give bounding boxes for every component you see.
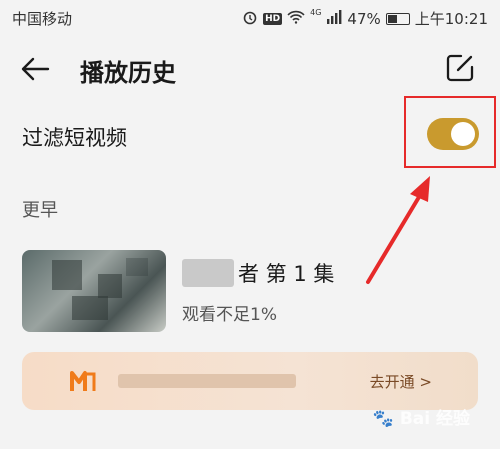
video-title: 者 第 1 集: [238, 262, 335, 286]
hd-badge: HD: [263, 12, 283, 25]
watch-progress: 观看不足1%: [182, 305, 277, 325]
history-item[interactable]: 者 第 1 集 观看不足1%: [22, 250, 482, 332]
edit-button[interactable]: [444, 52, 478, 86]
open-vip-link[interactable]: 去开通 >: [370, 371, 432, 392]
battery-icon: [385, 12, 410, 25]
banner-redaction-mask: [118, 374, 296, 388]
mango-logo-icon: [70, 368, 96, 394]
back-arrow-icon: [18, 57, 52, 90]
paw-icon: 🐾: [372, 409, 394, 429]
status-bar: 中国移动 HD 4G 47% 上午10:21: [0, 0, 500, 34]
watermark-text: Bai 经验: [399, 409, 470, 429]
title-redaction-mask: [182, 259, 234, 287]
annotation-highlight-box: [404, 96, 496, 168]
clock: 上午10:21: [414, 10, 488, 28]
back-button[interactable]: [18, 52, 58, 86]
alarm-icon: [242, 9, 258, 29]
page-title: 播放历史: [80, 59, 176, 87]
section-earlier-label: 更早: [22, 200, 58, 221]
app-header: 播放历史: [0, 44, 500, 94]
edit-icon: [444, 54, 476, 88]
watermark: 🐾 Bai 经验: [373, 404, 470, 429]
network-type: 4G: [310, 8, 322, 17]
battery-percent: 47%: [347, 9, 381, 28]
carrier-name: 中国移动: [12, 10, 73, 28]
wifi-icon: [287, 10, 305, 28]
video-thumbnail: [22, 250, 166, 332]
vip-promo-banner[interactable]: 去开通 >: [22, 352, 478, 410]
filter-short-videos-label: 过滤短视频: [22, 126, 127, 150]
status-icons: HD 4G 47% 上午10:21: [242, 8, 488, 29]
signal-icon: [326, 9, 342, 28]
